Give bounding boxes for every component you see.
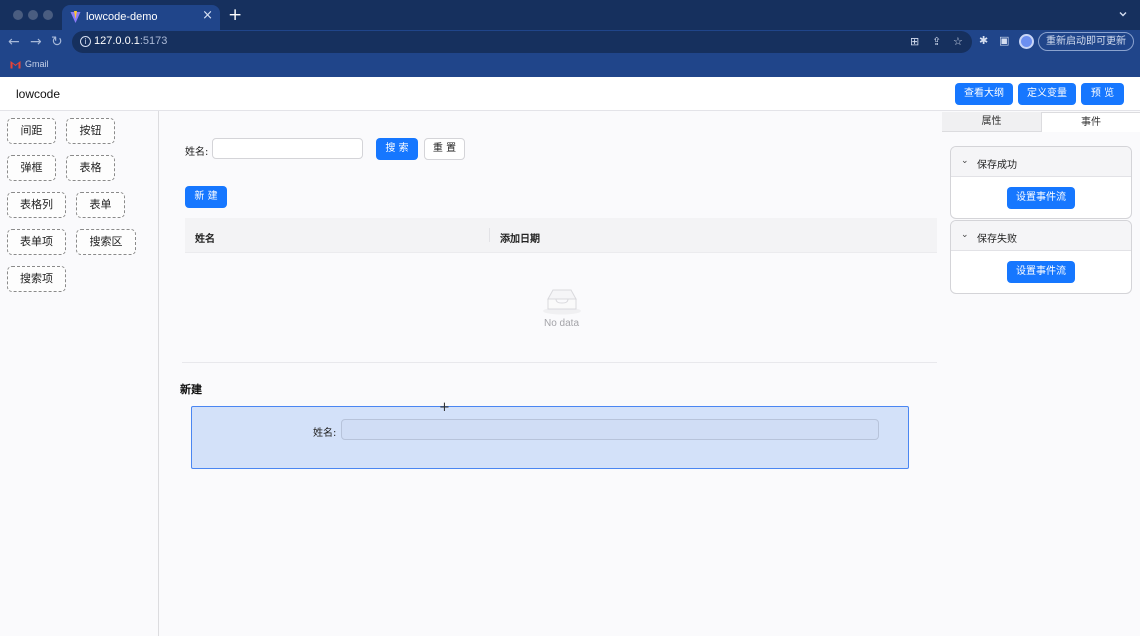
component-search-item[interactable]: 搜索项 <box>7 266 66 292</box>
extensions-icon[interactable]: ✱ <box>979 34 988 48</box>
section-divider <box>182 362 937 363</box>
event-card-header[interactable]: ⌄ 保存失败 <box>951 221 1131 251</box>
form-drop-area[interactable]: 姓名: <box>191 406 909 469</box>
column-separator <box>489 228 490 242</box>
gmail-icon <box>10 61 21 69</box>
tab-title: lowcode-demo <box>86 11 158 23</box>
component-table[interactable]: 表格 <box>66 155 115 181</box>
window-zoom-dot[interactable] <box>43 10 53 20</box>
sidepanel-icon[interactable]: ▣ <box>999 34 1009 48</box>
define-variables-button[interactable]: 定义变量 <box>1018 83 1076 105</box>
window-minimize-dot[interactable] <box>28 10 38 20</box>
app-logo: lowcode <box>16 87 61 101</box>
empty-text: No data <box>544 318 580 329</box>
view-outline-button[interactable]: 查看大纲 <box>955 83 1013 105</box>
bookmark-gmail[interactable]: Gmail <box>25 59 49 69</box>
app-header: lowcode 查看大纲 定义变量 预 览 <box>0 77 1140 111</box>
modal-title: 新建 <box>180 383 202 396</box>
event-title: 保存成功 <box>977 160 1017 171</box>
set-event-flow-button[interactable]: 设置事件流 <box>1007 187 1075 209</box>
component-button[interactable]: 按钮 <box>66 118 115 144</box>
window-close-dot[interactable] <box>13 10 23 20</box>
browser-toolbar: ← → ↻ i 127.0.0.1:5173 ⊞ ⇪ ☆ ✱ ▣ 重新启动即可更… <box>0 30 1140 54</box>
empty-inbox-icon <box>543 289 581 315</box>
forward-arrow-icon[interactable]: → <box>30 34 42 50</box>
site-info-icon[interactable]: i <box>80 36 91 47</box>
form-name-input[interactable] <box>341 419 879 440</box>
column-date-added: 添加日期 <box>500 234 540 245</box>
component-form-item[interactable]: 表单项 <box>7 229 66 255</box>
column-name: 姓名 <box>195 234 215 245</box>
update-button[interactable]: 重新启动即可更新 <box>1038 32 1134 51</box>
reset-button[interactable]: 重 置 <box>424 138 465 160</box>
tab-close-icon[interactable]: × <box>202 9 213 23</box>
form-name-label: 姓名: <box>313 428 337 439</box>
vite-favicon-icon <box>70 11 81 23</box>
settings-panel: 属性 事件 ⌄ 保存成功 设置事件流 ⌄ 保存失败 设置事件流 <box>942 111 1140 636</box>
browser-tab[interactable]: lowcode-demo × <box>62 5 220 30</box>
component-modal[interactable]: 弹框 <box>7 155 56 181</box>
url-text[interactable]: 127.0.0.1:5173 <box>94 35 167 47</box>
chevron-down-icon[interactable]: ⌄ <box>961 155 969 167</box>
star-icon[interactable]: ☆ <box>953 35 963 49</box>
search-name-input[interactable] <box>212 138 363 159</box>
table-header: 姓名 添加日期 <box>185 218 937 253</box>
design-canvas[interactable]: 姓名: 搜 索 重 置 新 建 姓名 添加日期 No data 新建 姓名: + <box>159 111 942 636</box>
chevron-down-icon[interactable]: ⌄ <box>961 229 969 241</box>
search-name-label: 姓名: <box>185 147 209 158</box>
reload-icon[interactable]: ↻ <box>51 34 63 50</box>
translate-icon[interactable]: ⊞ <box>910 35 919 49</box>
back-arrow-icon[interactable]: ← <box>8 34 20 50</box>
preview-button[interactable]: 预 览 <box>1081 83 1124 105</box>
event-title: 保存失败 <box>977 234 1017 245</box>
app-page: lowcode 查看大纲 定义变量 预 览 间距 按钮 弹框 表格 表格列 表单… <box>0 77 1140 636</box>
bookmarks-bar: Gmail <box>0 54 1140 77</box>
component-form[interactable]: 表单 <box>76 192 125 218</box>
tab-properties[interactable]: 属性 <box>942 112 1041 132</box>
set-event-flow-button[interactable]: 设置事件流 <box>1007 261 1075 283</box>
move-cursor-icon: + <box>439 400 450 415</box>
new-tab-icon[interactable]: + <box>228 5 242 25</box>
event-card-save-failure: ⌄ 保存失败 设置事件流 <box>950 220 1132 294</box>
tab-search-chevron-icon[interactable] <box>1118 9 1128 19</box>
component-palette: 间距 按钮 弹框 表格 表格列 表单 表单项 搜索区 搜索项 <box>0 111 159 636</box>
profile-icon[interactable] <box>1019 34 1034 49</box>
search-button[interactable]: 搜 索 <box>376 138 418 160</box>
browser-tab-bar: lowcode-demo × + <box>0 0 1140 30</box>
address-bar[interactable]: i 127.0.0.1:5173 ⊞ ⇪ ☆ <box>72 31 972 53</box>
component-search-area[interactable]: 搜索区 <box>76 229 136 255</box>
component-table-column[interactable]: 表格列 <box>7 192 66 218</box>
event-card-save-success: ⌄ 保存成功 设置事件流 <box>950 146 1132 219</box>
tab-events[interactable]: 事件 <box>1041 112 1140 132</box>
new-button[interactable]: 新 建 <box>185 186 227 208</box>
share-icon[interactable]: ⇪ <box>932 35 941 49</box>
event-card-header[interactable]: ⌄ 保存成功 <box>951 147 1131 177</box>
component-spacing[interactable]: 间距 <box>7 118 56 144</box>
